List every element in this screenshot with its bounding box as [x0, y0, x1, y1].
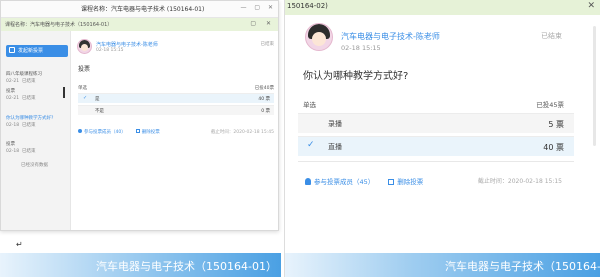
course-banner: 汽车电器与电子技术（150164-	[285, 253, 600, 277]
option-label: 直播	[328, 143, 342, 151]
option-votes: 0 票	[261, 109, 270, 114]
votes-total: 已投40票	[254, 86, 274, 91]
option-votes: 5 票	[548, 120, 564, 129]
votes-total: 已投45票	[536, 101, 564, 109]
check-icon: ✓	[307, 140, 315, 150]
poll-question: 投票	[78, 66, 91, 73]
return-mark: ↵	[16, 240, 23, 249]
option-label: 不是	[95, 109, 104, 114]
course-banner-text: 汽车电器与电子技术（150164-01）	[96, 260, 277, 273]
participants-link[interactable]: 参与投票成员（45）	[314, 178, 374, 186]
close-icon[interactable]: ✕	[587, 1, 595, 11]
new-vote-button[interactable]: 发起新投票	[6, 45, 68, 57]
course-banner: 汽车电器与电子技术（150164-01）	[0, 253, 281, 277]
sidebar-item-poll-2[interactable]: 投票	[6, 88, 15, 94]
option-votes: 40 票	[258, 97, 270, 102]
avatar	[77, 39, 92, 54]
check-icon: ✓	[83, 95, 88, 101]
poll-question: 你认为哪种教学方式好?	[303, 71, 409, 82]
scrollbar[interactable]	[593, 26, 596, 146]
window-tab-bar: 课程名称：汽车电器与电子技术（150164-01） ▢ ✕	[1, 18, 278, 31]
scroll-indicator[interactable]	[63, 87, 65, 98]
avatar	[305, 23, 333, 51]
window-tab-text: 150164-02)	[287, 2, 328, 10]
delete-vote-link[interactable]: 删除投票	[142, 130, 160, 135]
option-label: 录播	[328, 120, 342, 128]
no-more-data: 已经没有数据	[21, 163, 48, 168]
poll-option-row[interactable]: ✓ 是 40 票	[78, 93, 274, 103]
sidebar-item-poll-1-meta: 02-21 已结束	[6, 79, 36, 84]
sidebar-item-poll-4-meta: 02-18 已结束	[6, 149, 36, 154]
trash-icon	[135, 129, 140, 133]
left-screenshot: 课程名称：汽车电器与电子技术 (150164-01) — ▢ ✕ 课程名称：汽车…	[0, 0, 281, 277]
option-label: 是	[95, 97, 100, 102]
poll-detail: 汽车电器与电子技术-陈老师 02-18 15:15 已结束 投票 单选 已投40…	[72, 31, 278, 230]
tab-controls[interactable]: ▢ ✕	[250, 20, 275, 27]
post-time: 02-18 15:15	[96, 48, 124, 53]
edit-icon	[9, 47, 15, 53]
poll-option-row[interactable]: 录播 5 票	[298, 113, 574, 133]
sidebar-item-poll-3[interactable]: 你认为哪种教学方式好?	[6, 115, 53, 121]
window-controls[interactable]: — ▢ ✕	[240, 4, 276, 11]
sidebar-item-poll-3-meta: 02-18 已结束	[6, 123, 36, 128]
status-badge: 已结束	[541, 32, 562, 40]
course-banner-text: 汽车电器与电子技术（150164-	[445, 260, 600, 273]
poster-name[interactable]: 汽车电器与电子技术-陈老师	[96, 41, 158, 48]
sidebar-item-poll-4[interactable]: 投票	[6, 141, 15, 147]
end-time: 截止时间：2020-02-18 15:15	[477, 178, 562, 185]
window-tab-bar: 150164-02) ✕	[285, 0, 600, 15]
poll-type: 单选	[78, 86, 87, 91]
option-votes: 40 票	[543, 143, 564, 152]
poll-option-row[interactable]: 不是 0 票	[78, 105, 274, 115]
poll-sidebar: 发起新投票 四八年级课程练习 02-21 已结束 投票 02-21 已结束 你认…	[1, 31, 71, 230]
right-screenshot: 150164-02) ✕ 汽车电器与电子技术-陈老师 02-18 15:15 已…	[284, 0, 600, 277]
delete-vote-link[interactable]: 删除投票	[397, 178, 423, 186]
poster-name[interactable]: 汽车电器与电子技术-陈老师	[341, 31, 440, 42]
divider	[298, 161, 574, 162]
new-vote-label: 发起新投票	[18, 48, 44, 54]
status-badge: 已结束	[260, 42, 275, 47]
course-window: 课程名称：汽车电器与电子技术 (150164-01) — ▢ ✕ 课程名称：汽车…	[0, 0, 279, 231]
sidebar-item-poll-1[interactable]: 四八年级课程练习	[6, 71, 42, 77]
window-title: 课程名称：汽车电器与电子技术 (150164-01)	[81, 6, 205, 13]
trash-icon	[388, 179, 395, 185]
sidebar-item-poll-2-meta: 02-21 已结束	[6, 96, 36, 101]
poll-type: 单选	[303, 101, 316, 109]
person-icon	[305, 178, 311, 185]
window-titlebar: 课程名称：汽车电器与电子技术 (150164-01) — ▢ ✕	[1, 1, 278, 18]
poll-footer-links: 参与投票成员（45） 删除投票	[305, 176, 423, 186]
person-icon	[78, 129, 82, 133]
participants-link[interactable]: 参与投票成员（40）	[84, 130, 126, 135]
window-tab-text: 课程名称：汽车电器与电子技术（150164-01）	[5, 22, 113, 28]
post-time: 02-18 15:15	[341, 44, 381, 52]
end-time: 截止时间：2020-02-18 15:45	[210, 130, 274, 135]
poll-option-row[interactable]: ✓ 直播 40 票	[298, 136, 574, 156]
